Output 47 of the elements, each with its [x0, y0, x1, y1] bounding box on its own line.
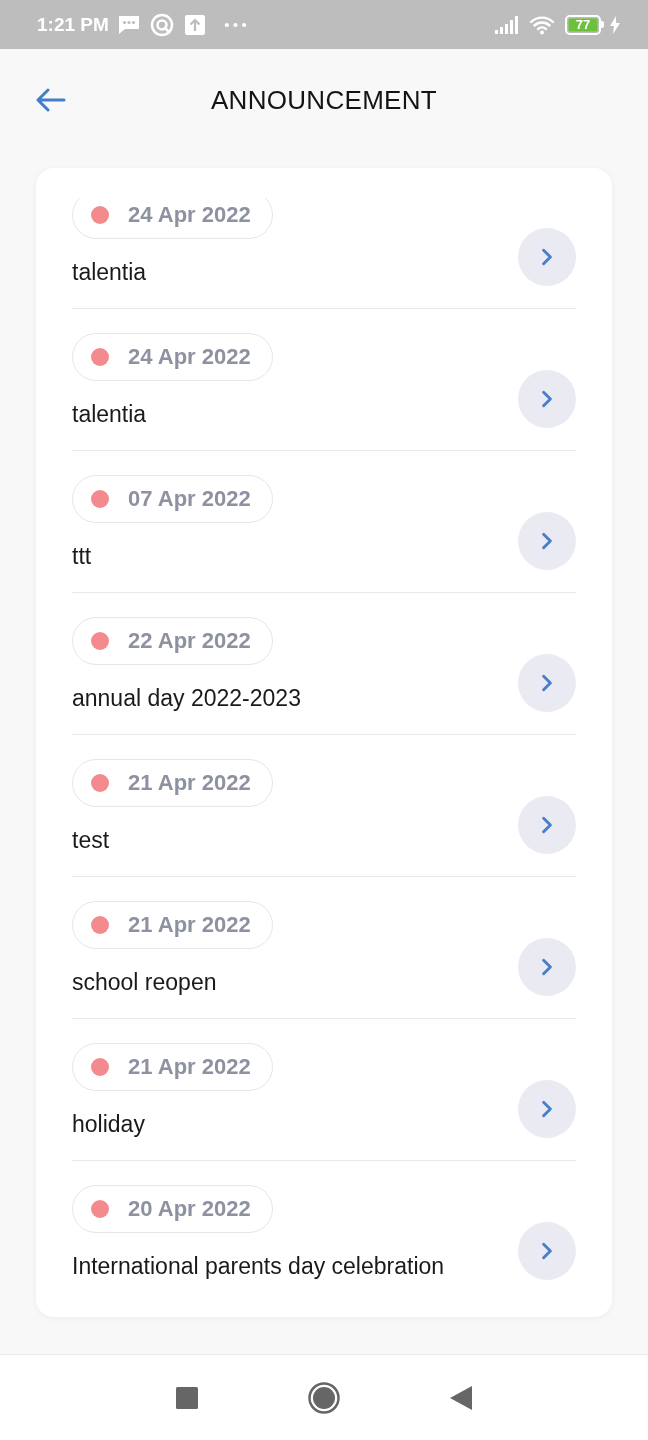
- home-circle-icon: [308, 1381, 340, 1414]
- chevron-right-icon: [541, 248, 553, 266]
- announcement-date: 20 Apr 2022: [128, 1196, 251, 1222]
- announcement-title: ttt: [72, 542, 92, 571]
- square-icon: [176, 1386, 198, 1409]
- chevron-right-icon: [541, 1100, 553, 1118]
- announcement-date: 21 Apr 2022: [128, 770, 251, 796]
- message-icon: [117, 14, 140, 35]
- announcement-title: holiday: [72, 1110, 145, 1139]
- status-dot-icon: [91, 348, 109, 366]
- announcement-title: International parents day celebration: [72, 1252, 445, 1281]
- chevron-right-icon: [541, 674, 553, 692]
- status-dot-icon: [91, 1200, 109, 1218]
- announcement-date: 21 Apr 2022: [128, 912, 251, 938]
- status-dot-icon: [91, 632, 109, 650]
- triangle-back-icon: [450, 1385, 472, 1410]
- chevron-right-icon: [541, 1242, 553, 1260]
- battery-indicator: 77: [565, 14, 601, 35]
- chevron-right-icon: [541, 390, 553, 408]
- announcement-title: school reopen: [72, 968, 217, 997]
- announcement-date: 21 Apr 2022: [128, 1054, 251, 1080]
- back-button[interactable]: [34, 86, 68, 114]
- page-title: ANNOUNCEMENT: [210, 84, 438, 116]
- announcement-date: 07 Apr 2022: [128, 486, 251, 512]
- upload-icon: [184, 14, 205, 35]
- chevron-right-icon: [541, 532, 553, 550]
- signal-icon: [495, 15, 519, 34]
- status-dot-icon: [91, 490, 109, 508]
- status-dot-icon: [91, 1058, 109, 1076]
- status-time: 1:21 PM: [37, 13, 109, 36]
- status-dot-icon: [91, 206, 109, 224]
- wifi-icon: [530, 14, 554, 35]
- announcement-title: talentia: [72, 400, 147, 429]
- status-dot-icon: [91, 916, 109, 934]
- announcement-date: 24 Apr 2022: [128, 344, 251, 370]
- status-dot-icon: [91, 774, 109, 792]
- announcement-date: 24 Apr 2022: [128, 202, 251, 228]
- back-arrow-icon: [36, 88, 66, 112]
- more-dots-icon: [223, 21, 247, 28]
- chevron-right-icon: [541, 816, 553, 834]
- announcement-date: 22 Apr 2022: [128, 628, 251, 654]
- chevron-right-icon: [541, 958, 553, 976]
- announcement-title: talentia: [72, 258, 147, 287]
- battery-tip-icon: [601, 21, 604, 28]
- charging-bolt-icon: [610, 15, 620, 34]
- announcement-title: annual day 2022-2023: [72, 684, 301, 713]
- announcement-title: test: [72, 826, 110, 855]
